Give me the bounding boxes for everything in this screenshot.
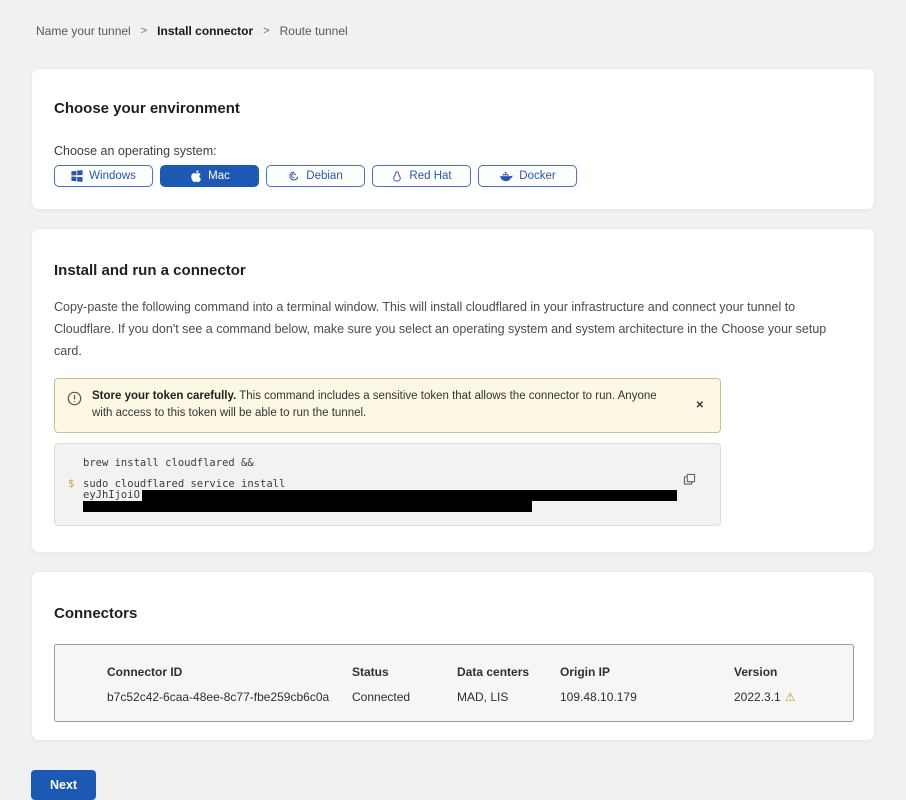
os-button-debian[interactable]: Debian xyxy=(266,165,365,187)
card-title-connectors: Connectors xyxy=(54,572,852,622)
breadcrumb: Name your tunnel > Install connector > R… xyxy=(0,0,906,38)
redacted-token-bar xyxy=(142,490,677,501)
shell-prompt: $ xyxy=(68,478,83,490)
warning-title: Store your token carefully. xyxy=(92,390,236,402)
choose-environment-card: Choose your environment Choose an operat… xyxy=(31,68,875,210)
connectors-card: Connectors Connector ID Status Data cent… xyxy=(31,571,875,741)
version-value: 2022.3.1 xyxy=(734,690,781,704)
os-button-label: Mac xyxy=(208,170,230,182)
column-header-version: Version xyxy=(734,665,843,679)
apple-icon xyxy=(189,170,202,183)
next-button[interactable]: Next xyxy=(31,770,96,800)
copy-icon[interactable] xyxy=(681,471,698,491)
debian-icon xyxy=(288,170,300,182)
token-warning-banner: Store your token carefully. This command… xyxy=(54,378,721,434)
code-line-brew: brew install cloudflared && xyxy=(83,457,254,469)
install-command-code-block: brew install cloudflared && $ sudo cloud… xyxy=(54,443,721,526)
card-title-environment: Choose your environment xyxy=(54,69,852,117)
docker-icon xyxy=(499,170,513,182)
cell-data-centers: MAD, LIS xyxy=(457,690,560,704)
column-header-data-centers: Data centers xyxy=(457,665,560,679)
os-button-group: Windows Mac Debian Red Hat Docker xyxy=(54,165,852,187)
column-header-origin-ip: Origin IP xyxy=(560,665,734,679)
cell-connector-id: b7c52c42-6caa-48ee-8c77-fbe259cb6c0a xyxy=(107,690,352,704)
os-button-mac[interactable]: Mac xyxy=(160,165,259,187)
token-prefix: eyJhIjoiO xyxy=(83,489,140,501)
breadcrumb-step-name-tunnel[interactable]: Name your tunnel xyxy=(36,24,131,38)
warning-message: Store your token carefully. This command… xyxy=(92,388,664,424)
install-connector-card: Install and run a connector Copy-paste t… xyxy=(31,228,875,553)
cell-version: 2022.3.1 ⚠ xyxy=(734,690,843,704)
redacted-token-bar xyxy=(83,501,532,512)
os-button-redhat[interactable]: Red Hat xyxy=(372,165,471,187)
os-button-label: Red Hat xyxy=(409,170,451,182)
column-header-status: Status xyxy=(352,665,457,679)
breadcrumb-separator: > xyxy=(263,25,269,37)
status-badge: Connected xyxy=(352,690,457,704)
warning-triangle-icon: ⚠ xyxy=(785,690,796,704)
os-button-label: Debian xyxy=(306,170,342,182)
redhat-icon xyxy=(391,170,403,183)
cell-origin-ip: 109.48.10.179 xyxy=(560,690,734,704)
token-line-1: eyJhIjoiO xyxy=(68,490,706,501)
breadcrumb-step-route-tunnel[interactable]: Route tunnel xyxy=(280,24,348,38)
token-line-2 xyxy=(68,501,706,512)
column-header-connector-id: Connector ID xyxy=(107,665,352,679)
card-title-install: Install and run a connector xyxy=(54,229,852,279)
table-row: Connector ID Status Data centers Origin … xyxy=(107,665,843,704)
connectors-table: Connector ID Status Data centers Origin … xyxy=(54,644,854,722)
install-description: Copy-paste the following command into a … xyxy=(54,297,852,363)
close-icon[interactable]: ✕ xyxy=(690,396,710,415)
os-button-windows[interactable]: Windows xyxy=(54,165,153,187)
os-select-label: Choose an operating system: xyxy=(54,144,852,158)
breadcrumb-step-install-connector[interactable]: Install connector xyxy=(157,24,253,38)
windows-icon xyxy=(71,170,83,182)
breadcrumb-separator: > xyxy=(141,25,147,37)
prompt-spacer xyxy=(68,457,83,469)
os-button-label: Docker xyxy=(519,170,555,182)
os-button-label: Windows xyxy=(89,170,136,182)
alert-circle-icon xyxy=(67,391,82,411)
os-button-docker[interactable]: Docker xyxy=(478,165,577,187)
